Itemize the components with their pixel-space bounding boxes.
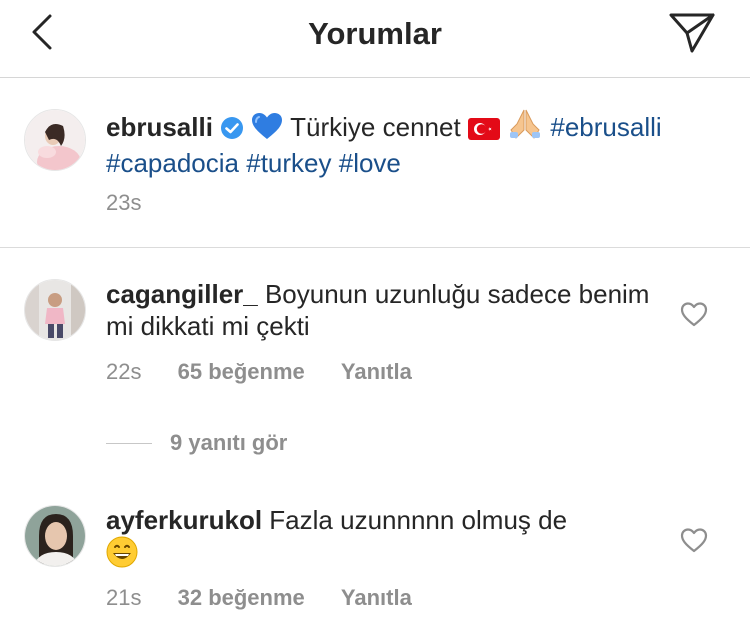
hashtag-link[interactable]: #ebrusalli [550,112,661,142]
caption-username[interactable]: ebrusalli [106,112,213,142]
avatar[interactable] [24,109,86,171]
comment-body: Fazla uzunnnnn olmuş de [262,505,568,535]
grinning-face-icon [106,536,138,575]
replies-divider [106,442,152,444]
paper-plane-icon [669,13,715,53]
hashtag-link[interactable]: #capadocia [106,148,239,178]
comment-username[interactable]: cagangiller_ [106,279,258,309]
praying-hands-icon [507,108,543,147]
avatar-image [25,280,85,340]
avatar-image [25,506,85,566]
like-heart-icon[interactable] [680,301,708,327]
comment-text: ayferkurukol Fazla uzunnnnn olmuş de [106,504,666,575]
turkey-flag-icon [467,115,500,147]
comment-time: 21s [106,585,142,610]
post-caption: ebrusalli Türkiye cennet #ebrusalli #cap… [0,78,750,248]
view-replies-label: 9 yanıtı gör [170,430,288,455]
view-replies-button[interactable]: 9 yanıtı gör [106,430,287,456]
avatar[interactable] [24,505,86,567]
reply-button[interactable]: Yanıtla [341,359,412,384]
comment-meta: 21s 32 beğenme Yanıtla [106,584,442,612]
page-title: Yorumlar [308,16,442,51]
hashtag-link[interactable]: #turkey [246,148,331,178]
comment-meta: 22s 65 beğenme Yanıtla [106,358,442,386]
comment-likes-link[interactable]: 65 beğenme [178,359,305,384]
caption-body: Türkiye cennet [283,112,468,142]
header-bar: Yorumlar [0,0,750,78]
comment-time: 22s [106,359,142,384]
reply-button[interactable]: Yanıtla [341,585,412,610]
caption-text: ebrusalli Türkiye cennet #ebrusalli #cap… [106,108,726,179]
verified-badge-icon [220,115,244,147]
comment-text: cagangiller_ Boyunun uzunluğu sadece ben… [106,278,666,342]
blue-heart-icon [251,112,283,147]
caption-time: 23s [106,190,142,215]
hashtag-link[interactable]: #love [339,148,401,178]
comment-username[interactable]: ayferkurukol [106,505,262,535]
like-heart-icon[interactable] [680,527,708,553]
caption-meta: 23s [106,189,171,217]
avatar[interactable] [24,279,86,341]
comment-likes-link[interactable]: 32 beğenme [178,585,305,610]
share-button[interactable] [666,10,718,56]
avatar-image [25,110,85,170]
